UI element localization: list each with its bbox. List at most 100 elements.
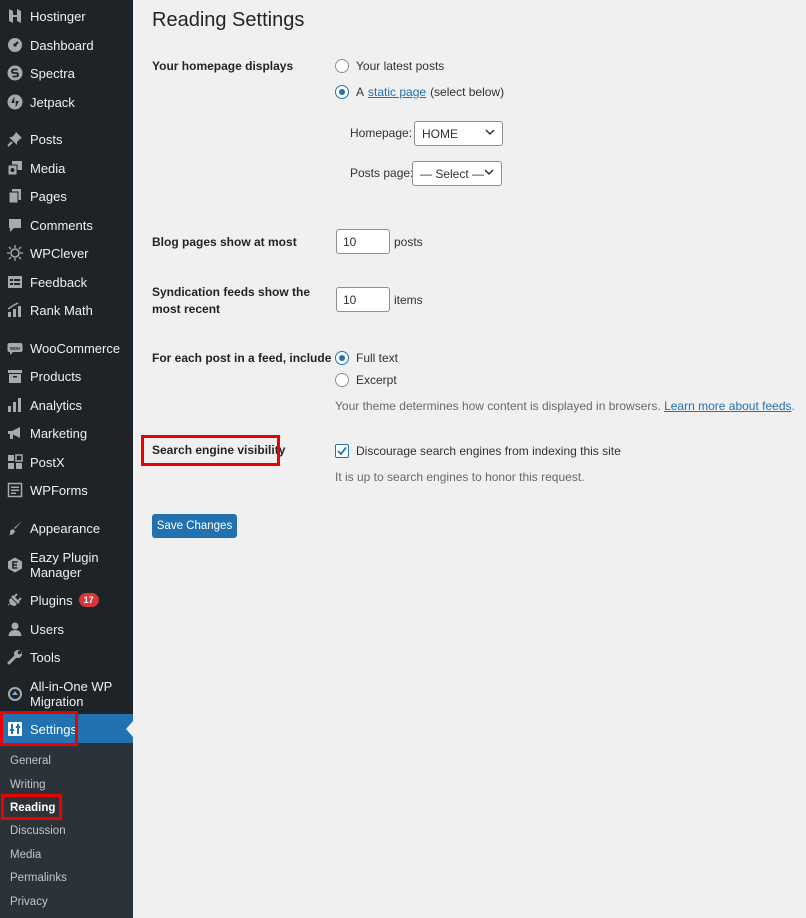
sidebar-item-feedback[interactable]: Feedback [0,274,133,290]
sidebar-item-label: Jetpack [30,94,75,110]
sidebar-item-label: Eazy Plugin Manager [30,550,99,580]
sidebar-item-label: Hostinger [30,8,86,24]
save-changes-button[interactable]: Save Changes [152,514,237,538]
sidebar-item-label: Tools [30,649,61,665]
sidebar-item-label: Appearance [30,520,101,536]
syndication-feeds-label-line1: Syndication feeds show the [152,285,311,299]
sidebar-item-label: WPClever [30,245,89,261]
chevron-down-icon [485,129,495,136]
sidebar-item-appearance[interactable]: Appearance [0,520,133,536]
woocommerce-icon: woo [7,340,23,356]
sidebar-item-users[interactable]: Users [0,621,133,637]
sidebar-item-pages[interactable]: Pages [0,188,133,204]
sidebar-item-eazy-plugin-manager[interactable]: Eazy Plugin Manager [0,549,133,581]
submenu-item-media[interactable]: Media [10,849,41,861]
syndication-feeds-input[interactable]: 10 [336,287,390,312]
submenu-item-general[interactable]: General [10,755,51,767]
sidebar-item-settings[interactable]: Settings [0,714,133,744]
hostinger-icon [7,8,23,24]
sidebar-item-label: Dashboard [30,37,94,53]
sidebar-item-woocommerce[interactable]: woo WooCommerce [0,340,133,356]
wpclever-icon [7,245,23,261]
feed-include-description: Your theme determines how content is dis… [335,399,795,413]
wrench-icon [7,649,23,665]
feedback-icon [7,274,23,290]
radio-static-page-prefix: A [356,85,365,99]
radio-full-text[interactable] [335,351,349,365]
comment-icon [7,217,23,233]
sidebar-item-dashboard[interactable]: Dashboard [0,37,133,53]
sidebar-item-label: Analytics [30,397,83,413]
sidebar-item-hostinger[interactable]: Hostinger [0,8,133,24]
sidebar-item-label-line1: All-in-One WP [30,679,113,694]
radio-option-excerpt[interactable]: Excerpt [335,373,397,387]
sidebar-item-label: WPForms [30,482,88,498]
radio-option-full-text[interactable]: Full text [335,351,398,365]
feed-include-description-text: Your theme determines how content is dis… [335,399,661,413]
submenu-item-privacy[interactable]: Privacy [10,896,48,908]
radio-excerpt[interactable] [335,373,349,387]
radio-static-page[interactable] [335,85,349,99]
sidebar-item-wpforms[interactable]: WPForms [0,482,133,498]
dashboard-icon [7,37,23,53]
sidebar-item-wpclever[interactable]: WPClever [0,245,133,261]
pages-icon [7,188,23,204]
sidebar-item-all-in-one-wp-migration[interactable]: All-in-One WP Migration [0,678,133,710]
sidebar-item-analytics[interactable]: Analytics [0,397,133,413]
posts-page-select[interactable]: — Select — [412,161,502,186]
sidebar-item-label: Pages [30,188,67,204]
submenu-item-permalinks[interactable]: Permalinks [10,872,67,884]
user-icon [7,621,23,637]
sidebar-item-products[interactable]: Products [0,368,133,384]
brush-icon [7,520,23,536]
sidebar-item-label-line2: Migration [30,694,84,709]
radio-latest-posts[interactable] [335,59,349,73]
admin-sidebar: Hostinger Dashboard Spectra Jetpack Post… [0,0,133,918]
sidebar-item-marketing[interactable]: Marketing [0,425,133,441]
sidebar-item-posts[interactable]: Posts [0,131,133,147]
sidebar-item-label: Users [30,621,64,637]
sidebar-item-jetpack[interactable]: Jetpack [0,94,133,110]
radio-option-static-page[interactable]: A static page (select below) [335,85,504,99]
submenu-item-discussion[interactable]: Discussion [10,825,66,837]
page-title: Reading Settings [152,9,305,31]
submenu-item-reading[interactable]: Reading [10,802,55,814]
sidebar-item-label: WooCommerce [30,340,121,356]
settings-submenu: General Writing Reading Discussion Media… [0,743,133,918]
discourage-search-engines-checkbox[interactable] [335,444,349,458]
svg-text:woo: woo [9,346,20,352]
sidebar-item-label: Marketing [30,425,88,441]
homepage-select[interactable]: HOME [414,121,503,146]
blog-pages-input[interactable]: 10 [336,229,390,254]
sidebar-item-label: All-in-One WP Migration [30,679,112,709]
sidebar-item-media[interactable]: Media [0,160,133,176]
sidebar-item-rank-math[interactable]: Rank Math [0,302,133,318]
sidebar-item-postx[interactable]: PostX [0,454,133,470]
feed-include-description-suffix: . [791,399,795,413]
blog-pages-unit: posts [394,235,423,249]
sidebar-item-plugins[interactable]: Plugins 17 [0,592,133,608]
current-menu-arrow [126,721,133,737]
discourage-search-engines-label: Discourage search engines from indexing … [356,444,621,458]
submenu-item-writing[interactable]: Writing [10,779,46,791]
sidebar-item-label: Settings [30,721,77,737]
feed-include-label: For each post in a feed, include [152,351,332,365]
discourage-search-engines-option[interactable]: Discourage search engines from indexing … [335,444,621,458]
syndication-feeds-unit: items [394,293,423,307]
radio-excerpt-label: Excerpt [356,373,397,387]
checkmark-icon [337,446,347,456]
static-page-link[interactable]: static page [368,85,426,99]
radio-full-text-label: Full text [356,351,399,365]
sidebar-item-label: PostX [30,454,65,470]
sidebar-item-spectra[interactable]: Spectra [0,65,133,81]
sidebar-item-comments[interactable]: Comments [0,217,133,233]
sidebar-item-label: Media [30,160,66,176]
rank-math-icon [7,302,23,318]
blog-pages-label: Blog pages show at most [152,235,297,249]
jetpack-icon [7,94,23,110]
learn-more-feeds-link[interactable]: Learn more about feeds [664,399,791,413]
sidebar-item-label: Spectra [30,65,75,81]
sidebar-item-tools[interactable]: Tools [0,649,133,665]
radio-option-latest-posts[interactable]: Your latest posts [335,59,444,73]
archive-icon [7,368,23,384]
